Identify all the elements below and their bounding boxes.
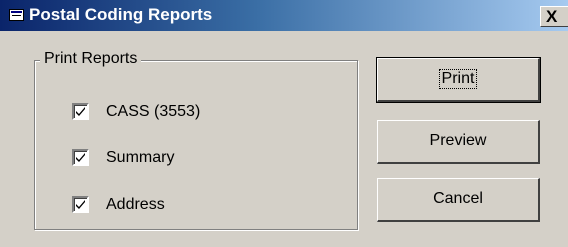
summary-label: Summary — [106, 149, 175, 166]
preview-button-label: Preview — [429, 132, 487, 149]
form-icon — [9, 9, 24, 21]
group-legend: Print Reports — [40, 49, 142, 69]
print-button-label: Print — [438, 69, 478, 89]
postal-coding-reports-dialog: Postal Coding Reports X Print Reports CA… — [0, 0, 568, 247]
checkmark-icon — [76, 153, 85, 162]
cass-checkbox[interactable] — [72, 103, 89, 120]
close-button[interactable]: X — [540, 6, 568, 27]
window-title: Postal Coding Reports — [29, 5, 213, 24]
print-button[interactable]: Print — [376, 57, 541, 103]
checkmark-icon — [76, 107, 85, 116]
title-bar[interactable]: Postal Coding Reports — [0, 0, 568, 31]
cass-label: CASS (3553) — [106, 103, 201, 120]
preview-button[interactable]: Preview — [377, 120, 540, 164]
cancel-button-label: Cancel — [433, 190, 483, 207]
summary-checkbox[interactable] — [72, 149, 89, 166]
checkmark-icon — [76, 200, 85, 209]
address-checkbox[interactable] — [72, 196, 89, 213]
address-label: Address — [106, 196, 165, 213]
cancel-button[interactable]: Cancel — [377, 178, 540, 222]
